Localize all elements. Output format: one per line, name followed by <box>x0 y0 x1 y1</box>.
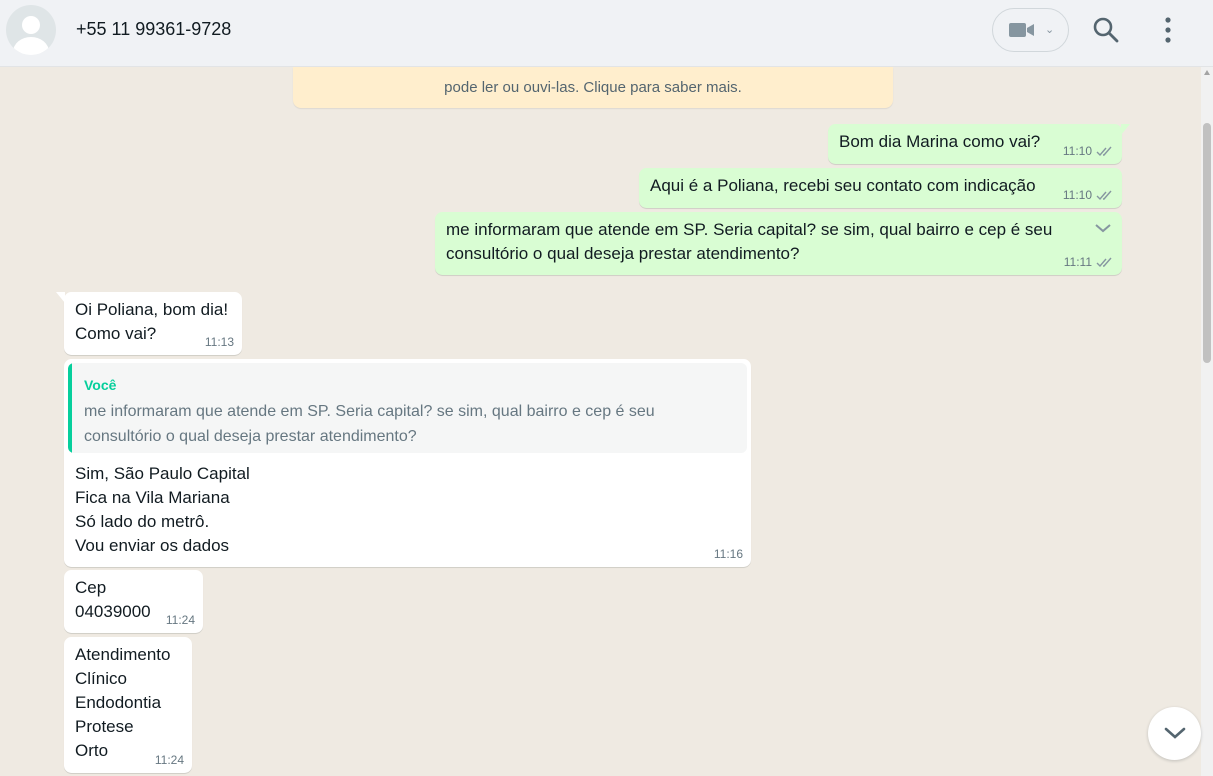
menu-icon <box>1165 17 1171 43</box>
message-text: me informaram que atende em SP. Seria ca… <box>446 220 1053 263</box>
message-time: 11:11 <box>1063 255 1092 269</box>
message-meta: 11:24 <box>155 753 184 767</box>
quoted-message[interactable]: Você me informaram que atende em SP. Ser… <box>68 363 747 453</box>
message-text: Aqui é a Poliana, recebi seu contato com… <box>650 176 1036 195</box>
message-text: Cep 04039000 <box>75 578 151 621</box>
video-call-button[interactable]: ⌄ <box>992 8 1069 52</box>
scroll-to-bottom-button[interactable] <box>1148 707 1201 760</box>
message-time: 11:24 <box>165 613 195 627</box>
message-outgoing[interactable]: Aqui é a Poliana, recebi seu contato com… <box>639 168 1122 208</box>
scroll-up-arrow-icon[interactable] <box>1204 70 1210 75</box>
read-ticks-icon <box>1096 257 1112 267</box>
message-meta: 11:13 <box>205 335 234 349</box>
message-list[interactable]: pode ler ou ouvi-las. Clique para saber … <box>0 67 1213 776</box>
chevron-down-icon: ⌄ <box>1045 24 1055 36</box>
message-time: 11:16 <box>713 547 743 561</box>
message-meta: 11:10 <box>1063 144 1114 158</box>
avatar[interactable] <box>6 5 56 55</box>
read-ticks-icon <box>1096 190 1112 200</box>
chat-scrollbar[interactable] <box>1201 67 1213 776</box>
scroll-thumb[interactable] <box>1203 123 1211 363</box>
message-text: Bom dia Marina como vai? <box>839 132 1041 151</box>
message-incoming[interactable]: Atendimento Clínico Endodontia Protese O… <box>64 637 192 773</box>
video-call-icon <box>1009 23 1034 37</box>
message-text: Atendimento Clínico Endodontia Protese O… <box>75 645 171 760</box>
message-meta: 11:16 <box>714 547 743 561</box>
message-menu-chevron-icon[interactable] <box>1094 222 1112 234</box>
message-incoming[interactable]: Cep 04039000 11:24 <box>64 570 203 633</box>
search-icon <box>1093 17 1119 43</box>
encryption-banner[interactable]: pode ler ou ouvi-las. Clique para saber … <box>293 67 893 108</box>
message-meta: 11:10 <box>1063 188 1114 202</box>
message-outgoing[interactable]: me informaram que atende em SP. Seria ca… <box>435 212 1122 275</box>
encryption-banner-text: pode ler ou ouvi-las. Clique para saber … <box>444 79 742 96</box>
message-text: Sim, São Paulo Capital Fica na Vila Mari… <box>75 464 250 555</box>
message-time: 11:24 <box>154 753 184 767</box>
message-outgoing[interactable]: Bom dia Marina como vai? 11:10 <box>828 124 1130 164</box>
message-time: 11:10 <box>1062 144 1092 158</box>
message-meta: 11:24 <box>166 613 195 627</box>
contact-name[interactable]: +55 11 99361-9728 <box>76 19 231 40</box>
chat-header: +55 11 99361-9728 ⌄ <box>0 0 1213 67</box>
message-time: 11:13 <box>204 335 234 349</box>
chevron-down-icon <box>1164 727 1186 739</box>
message-time: 11:10 <box>1062 188 1092 202</box>
quoted-author: Você <box>84 377 117 393</box>
read-ticks-icon <box>1096 146 1112 156</box>
menu-button[interactable] <box>1156 16 1180 44</box>
quoted-text: me informaram que atende em SP. Seria ca… <box>84 403 655 445</box>
message-incoming-reply[interactable]: Você me informaram que atende em SP. Ser… <box>64 359 751 567</box>
search-button[interactable] <box>1092 16 1120 44</box>
message-incoming[interactable]: Oi Poliana, bom dia! Como vai? 11:13 <box>56 292 242 355</box>
message-meta: 11:11 <box>1064 255 1114 269</box>
